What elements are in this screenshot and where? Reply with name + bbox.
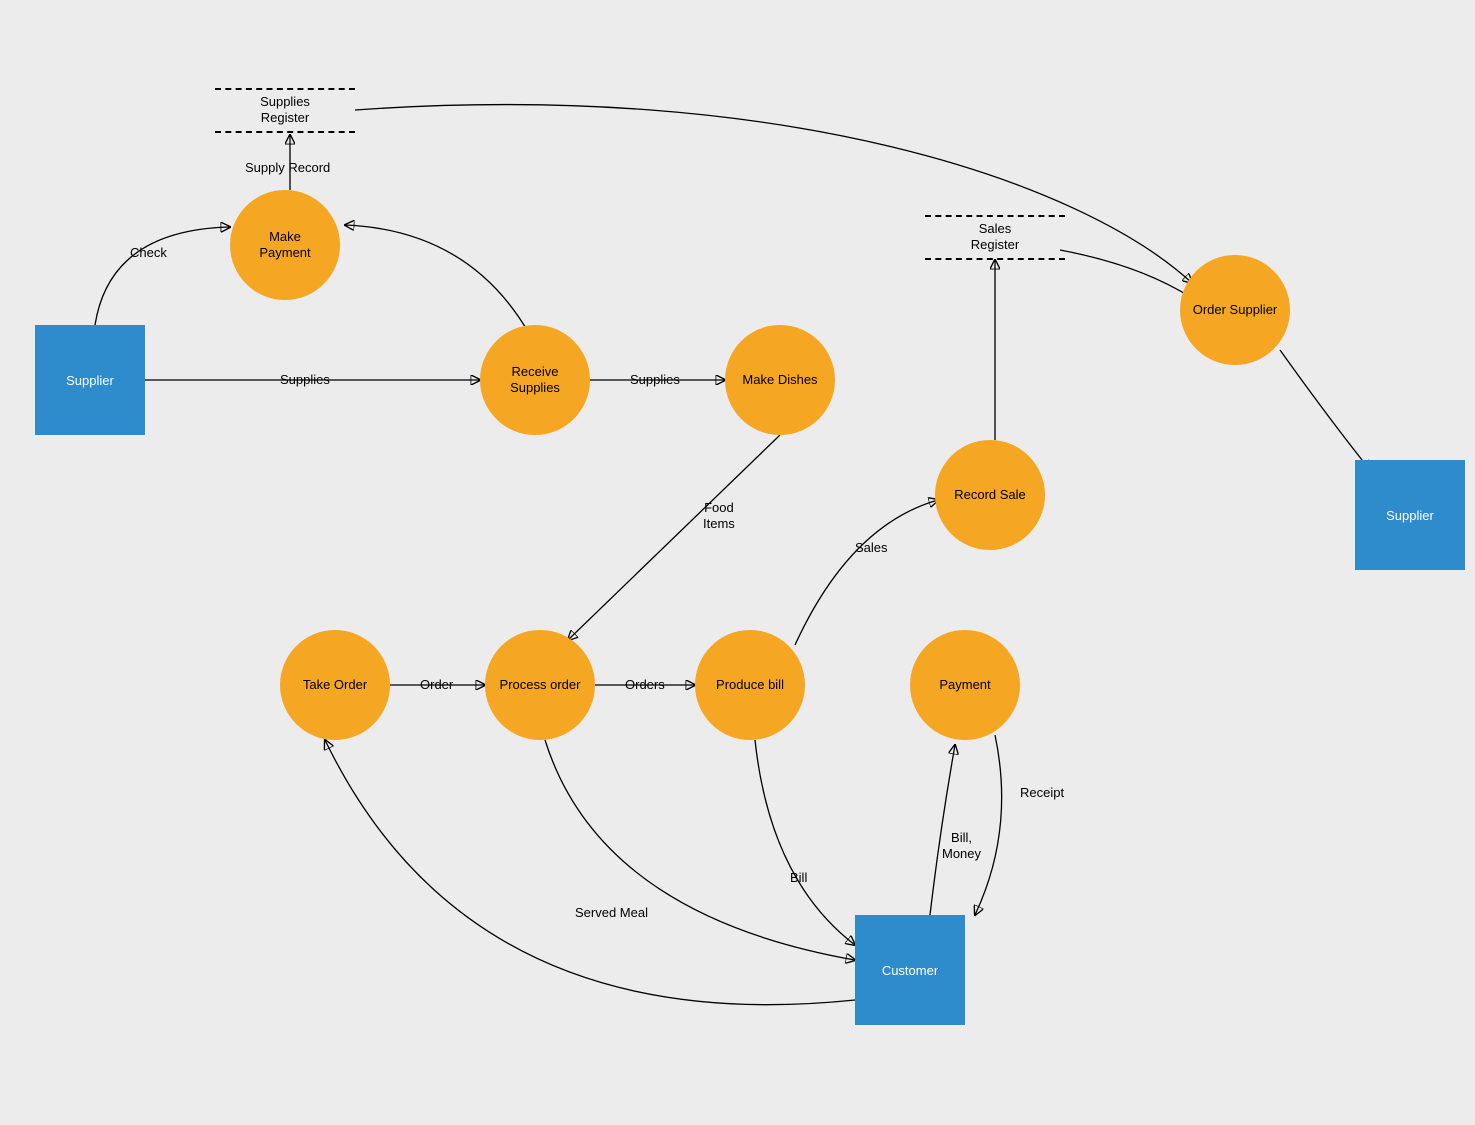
process-payment: Payment [910,630,1020,740]
datastore-label: SuppliesRegister [260,94,310,125]
process-make-dishes: Make Dishes [725,325,835,435]
process-label: MakePayment [259,229,310,262]
entity-label: Supplier [66,373,114,388]
process-produce-bill: Produce bill [695,630,805,740]
process-record-sale: Record Sale [935,440,1045,550]
edge-label-bill-money: Bill,Money [942,830,981,863]
process-process-order: Process order [485,630,595,740]
process-label: Order Supplier [1193,302,1278,318]
edge-label-order: Order [420,677,453,693]
edge-label-served-meal: Served Meal [575,905,648,921]
process-label: Payment [939,677,990,693]
process-order-supplier: Order Supplier [1180,255,1290,365]
datastore-supplies-register: SuppliesRegister [215,88,355,133]
edge-label-bill: Bill [790,870,807,886]
datastore-label: SalesRegister [971,221,1019,252]
datastore-sales-register: SalesRegister [925,215,1065,260]
entity-supplier-right: Supplier [1355,460,1465,570]
process-label: Record Sale [954,487,1026,503]
edge-label-receipt: Receipt [1020,785,1064,801]
entity-label: Supplier [1386,508,1434,523]
edge-label-check: Check [130,245,167,261]
edge-label-supplies-2: Supplies [630,372,680,388]
diagram-canvas: SuppliesRegister SalesRegister Supplier … [0,0,1475,1125]
process-label: Process order [500,677,581,693]
process-take-order: Take Order [280,630,390,740]
edge-label-supply-record: Supply Record [245,160,330,176]
entity-label: Customer [882,963,938,978]
entity-customer: Customer [855,915,965,1025]
process-label: Produce bill [716,677,784,693]
process-receive-supplies: ReceiveSupplies [480,325,590,435]
process-label: ReceiveSupplies [510,364,560,397]
edge-label-supplies-1: Supplies [280,372,330,388]
edge-label-food-items: FoodItems [703,500,735,533]
entity-supplier-left: Supplier [35,325,145,435]
process-make-payment: MakePayment [230,190,340,300]
process-label: Make Dishes [742,372,817,388]
process-label: Take Order [303,677,367,693]
edges-layer [0,0,1475,1125]
edge-label-sales: Sales [855,540,888,556]
edge-label-orders: Orders [625,677,665,693]
